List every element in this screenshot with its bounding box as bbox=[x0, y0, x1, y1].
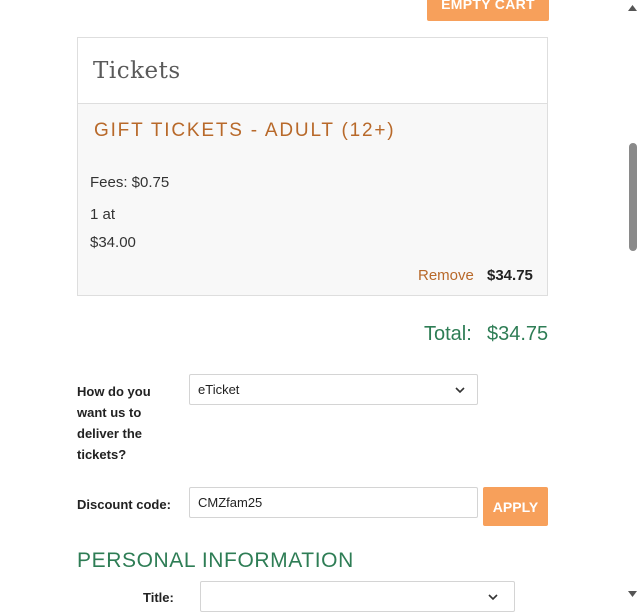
tickets-heading: Tickets bbox=[93, 57, 181, 84]
remove-ticket-link[interactable]: Remove bbox=[418, 267, 474, 284]
personal-information-heading: PERSONAL INFORMATION bbox=[77, 549, 354, 572]
ticket-line-total: $34.75 bbox=[487, 267, 533, 284]
delivery-method-label: How do you want us to deliver the ticket… bbox=[77, 384, 151, 462]
ticket-fees: Fees: $0.75 bbox=[90, 174, 170, 191]
order-total-value: $34.75 bbox=[487, 323, 549, 345]
chevron-down-icon bbox=[455, 386, 465, 393]
scroll-down-arrow-icon[interactable] bbox=[628, 591, 637, 597]
scrollbar-thumb[interactable] bbox=[629, 143, 637, 251]
tickets-card: Tickets GIFT TICKETS - ADULT (12+) Fees:… bbox=[77, 37, 548, 296]
title-field-label: Title: bbox=[143, 590, 174, 605]
delivery-method-value: eTicket bbox=[198, 382, 240, 397]
ticket-item-name: GIFT TICKETS - ADULT (12+) bbox=[94, 120, 396, 141]
discount-code-label: Discount code: bbox=[77, 497, 171, 512]
order-total-label: Total: bbox=[424, 323, 472, 345]
scroll-up-arrow-icon[interactable] bbox=[628, 5, 637, 11]
page-scrollbar[interactable] bbox=[625, 0, 640, 602]
discount-code-input[interactable] bbox=[189, 487, 478, 518]
ticket-unit-price: $34.00 bbox=[90, 234, 136, 251]
ticket-quantity: 1 at bbox=[90, 206, 116, 223]
empty-cart-button[interactable]: EMPTY CART bbox=[427, 0, 549, 21]
apply-discount-button[interactable]: APPLY bbox=[483, 487, 548, 526]
chevron-down-icon bbox=[488, 593, 498, 600]
delivery-method-select[interactable]: eTicket bbox=[189, 374, 478, 405]
title-select[interactable] bbox=[200, 581, 515, 612]
tickets-header: Tickets bbox=[78, 38, 547, 104]
